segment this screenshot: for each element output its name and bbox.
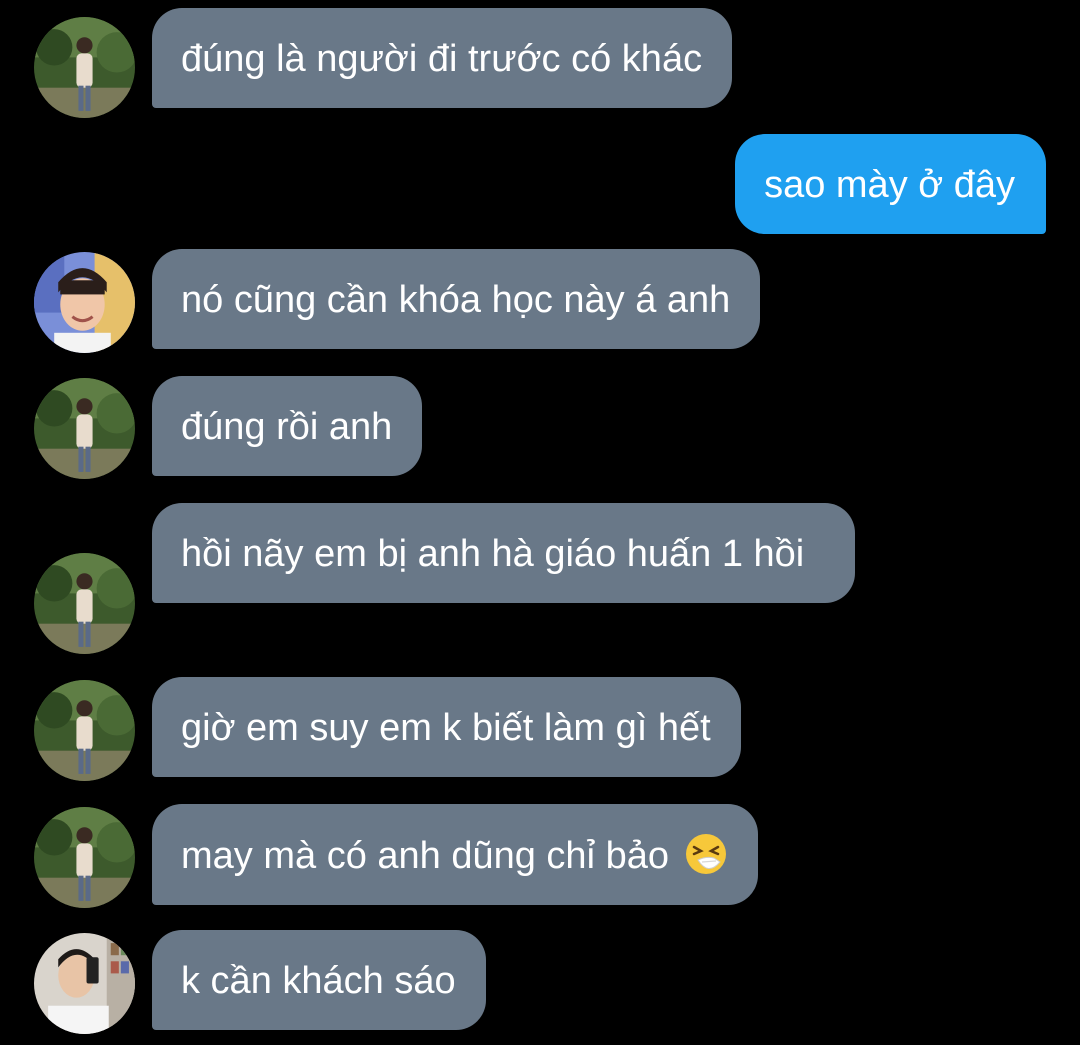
sneezing-face-icon	[684, 832, 728, 876]
avatar[interactable]	[34, 680, 135, 781]
message-text: nó cũng cần khóa học này á anh	[181, 279, 731, 321]
avatar[interactable]	[34, 252, 135, 353]
avatar[interactable]	[34, 933, 135, 1034]
avatar[interactable]	[34, 807, 135, 908]
message-bubble-own[interactable]: sao mày ở đây	[735, 134, 1046, 234]
message-bubble[interactable]: hồi nãy em bị anh hà giáo huấn 1 hồi	[152, 503, 855, 603]
avatar[interactable]	[34, 553, 135, 654]
message-text: sao mày ở đây	[764, 164, 1015, 206]
message-bubble[interactable]: giờ em suy em k biết làm gì hết	[152, 677, 741, 777]
avatar-garden-photo	[34, 378, 135, 479]
avatar[interactable]	[34, 378, 135, 479]
message-bubble[interactable]: đúng rồi anh	[152, 376, 423, 476]
message-text: đúng rồi anh	[181, 406, 393, 448]
message-text: may mà có anh dũng chỉ bảo	[181, 835, 680, 877]
message-bubble[interactable]: nó cũng cần khóa học này á anh	[152, 249, 761, 349]
message-text: giờ em suy em k biết làm gì hết	[181, 707, 711, 749]
avatar-garden-photo	[34, 17, 135, 118]
message-text: hồi nãy em bị anh hà giáo huấn 1 hồi	[181, 533, 805, 575]
message-bubble[interactable]: may mà có anh dũng chỉ bảo	[152, 804, 758, 905]
avatar[interactable]	[34, 17, 135, 118]
avatar-smiling-photo	[34, 252, 135, 353]
message-text: k cần khách sáo	[181, 960, 456, 1002]
avatar-garden-photo	[34, 680, 135, 781]
avatar-garden-photo	[34, 807, 135, 908]
avatar-selfie-photo	[34, 933, 135, 1034]
avatar-garden-photo	[34, 553, 135, 654]
message-bubble[interactable]: đúng là người đi trước có khác	[152, 8, 733, 108]
message-bubble[interactable]: k cần khách sáo	[152, 930, 486, 1030]
message-text: đúng là người đi trước có khác	[181, 38, 703, 80]
chat-thread: đúng là người đi trước có khác sao mày ở…	[0, 0, 1080, 1045]
